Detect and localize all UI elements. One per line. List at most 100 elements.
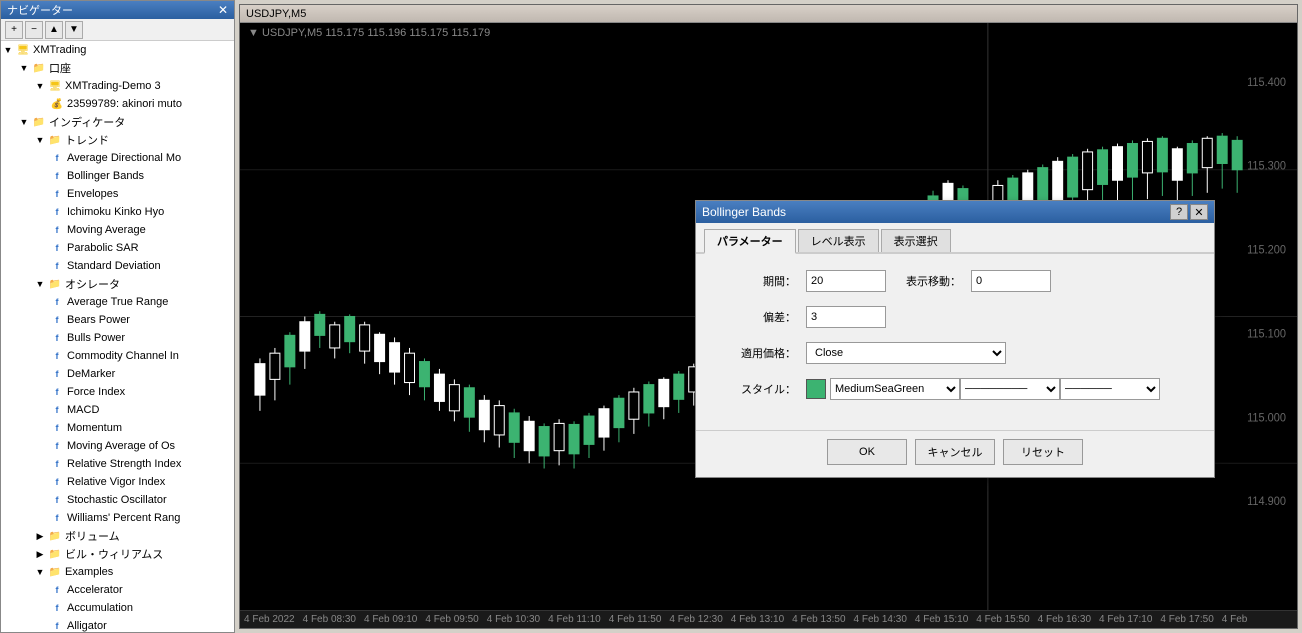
timebar-label-3: 4 Feb 09:10 [364, 614, 417, 625]
indicator-icon-atr: f [49, 295, 65, 309]
tree-item-accelerator[interactable]: f Accelerator [1, 581, 234, 599]
tree-item-alligator[interactable]: f Alligator [1, 617, 234, 632]
tree-item-account[interactable]: ▼ 📁 口座 [1, 59, 234, 77]
deviation-label: 偏差： [716, 309, 796, 325]
tree-item-movavgos[interactable]: f Moving Average of Os [1, 437, 234, 455]
dialog-close-button[interactable]: ✕ [1190, 204, 1208, 220]
style-width-select[interactable]: ────── ━━━━━ [1060, 378, 1160, 400]
tree-item-bulls[interactable]: f Bulls Power [1, 329, 234, 347]
label-ma: Moving Average [65, 224, 146, 236]
tree-item-volumes[interactable]: ▶ 📁 ボリューム [1, 527, 234, 545]
timebar-label-7: 4 Feb 11:50 [609, 614, 662, 625]
tree-item-stoch[interactable]: f Stochastic Oscillator [1, 491, 234, 509]
bollinger-bands-dialog[interactable]: Bollinger Bands ? ✕ パラメーター レベル表示 表示選択 期間… [695, 200, 1215, 478]
cancel-button[interactable]: キャンセル [915, 439, 995, 465]
folder-icon-trend: 📁 [47, 133, 63, 147]
shift-input[interactable] [971, 270, 1051, 292]
tab-parameters[interactable]: パラメーター [704, 229, 796, 254]
label-alligator: Alligator [65, 620, 107, 632]
reset-button[interactable]: リセット [1003, 439, 1083, 465]
dialog-content: 期間： 表示移動： 偏差： 適用価格： Close Open High [696, 254, 1214, 430]
tree-item-macd[interactable]: f MACD [1, 401, 234, 419]
tree-item-billwilliams[interactable]: ▶ 📁 ビル・ウィリアムス [1, 545, 234, 563]
tree-item-force[interactable]: f Force Index [1, 383, 234, 401]
navigator-close-button[interactable]: ✕ [218, 4, 228, 16]
expander-billwilliams[interactable]: ▶ [33, 547, 47, 561]
toolbar-down-button[interactable]: ▼ [65, 21, 83, 39]
indicator-icon-stoch: f [49, 493, 65, 507]
expander-indicators[interactable]: ▼ [17, 115, 31, 129]
tree-item-adm[interactable]: f Average Directional Mo [1, 149, 234, 167]
period-input[interactable] [806, 270, 886, 292]
toolbar-delete-button[interactable]: − [25, 21, 43, 39]
tree-item-momentum[interactable]: f Momentum [1, 419, 234, 437]
dialog-title: Bollinger Bands [702, 205, 786, 219]
tree-item-rvi[interactable]: f Relative Vigor Index [1, 473, 234, 491]
timebar-label-11: 4 Feb 14:30 [854, 614, 907, 625]
tree-item-examples[interactable]: ▼ 📁 Examples [1, 563, 234, 581]
expander-trend[interactable]: ▼ [33, 133, 47, 147]
tree-item-cci[interactable]: f Commodity Channel In [1, 347, 234, 365]
tree-item-accumulation[interactable]: f Accumulation [1, 599, 234, 617]
expander-examples[interactable]: ▼ [33, 565, 47, 579]
expander-demo3[interactable]: ▼ [33, 79, 47, 93]
main-chart-area: USDJPY,M5 ▼ USDJPY,M5 115.175 115.196 11… [235, 0, 1302, 633]
tab-display-selection[interactable]: 表示選択 [881, 229, 951, 252]
tree-item-ichimoku[interactable]: f Ichimoku Kinko Hyo [1, 203, 234, 221]
deviation-input[interactable] [806, 306, 886, 328]
label-rsi: Relative Strength Index [65, 458, 181, 470]
tree-item-bb[interactable]: f Bollinger Bands [1, 167, 234, 185]
tree-item-stdev[interactable]: f Standard Deviation [1, 257, 234, 275]
label-billwilliams: ビル・ウィリアムス [63, 546, 163, 562]
tree-item-demo3[interactable]: ▼ 🖥 XMTrading-Demo 3 [1, 77, 234, 95]
dialog-help-button[interactable]: ? [1170, 204, 1188, 220]
tree-item-xmtrading[interactable]: ▼ 🖥 XMTrading [1, 41, 234, 59]
label-demarker: DeMarker [65, 368, 115, 380]
ok-button[interactable]: OK [827, 439, 907, 465]
tree-item-wpr[interactable]: f Williams' Percent Rang [1, 509, 234, 527]
indicator-icon-wpr: f [49, 511, 65, 525]
style-line-select[interactable]: ──────── - - - - - ········· [960, 378, 1060, 400]
expander-volumes[interactable]: ▶ [33, 529, 47, 543]
tree-item-demarker[interactable]: f DeMarker [1, 365, 234, 383]
tree-item-ma[interactable]: f Moving Average [1, 221, 234, 239]
style-color-select[interactable]: MediumSeaGreen [830, 378, 960, 400]
label-atr: Average True Range [65, 296, 168, 308]
apply-price-select[interactable]: Close Open High Low Median Price Typical… [806, 342, 1006, 364]
tree-item-bears[interactable]: f Bears Power [1, 311, 234, 329]
folder-icon-demo3: 🖥 [47, 79, 63, 93]
folder-icon-examples: 📁 [47, 565, 63, 579]
expander-account[interactable]: ▼ [17, 61, 31, 75]
svg-text:115.400: 115.400 [1247, 77, 1286, 89]
tree-item-rsi[interactable]: f Relative Strength Index [1, 455, 234, 473]
tree-item-atr-osc[interactable]: f Average True Range [1, 293, 234, 311]
label-bears: Bears Power [65, 314, 130, 326]
tree-item-parabolic[interactable]: f Parabolic SAR [1, 239, 234, 257]
label-adm: Average Directional Mo [65, 152, 181, 164]
timebar-label-9: 4 Feb 13:10 [731, 614, 784, 625]
toolbar-up-button[interactable]: ▲ [45, 21, 63, 39]
tree-item-envelopes[interactable]: f Envelopes [1, 185, 234, 203]
timebar-label-1: 4 Feb 2022 [244, 614, 295, 625]
chart-info: ▼ USDJPY,M5 115.175 115.196 115.175 115.… [248, 27, 490, 39]
label-stoch: Stochastic Oscillator [65, 494, 167, 506]
indicator-icon-bears: f [49, 313, 65, 327]
navigator-tree[interactable]: ▼ 🖥 XMTrading ▼ 📁 口座 ▼ 🖥 XMTrading-Demo … [1, 41, 234, 632]
tree-item-account-id[interactable]: 💰 23599789: akinori muto [1, 95, 234, 113]
apply-price-label: 適用価格： [716, 345, 796, 361]
label-rvi: Relative Vigor Index [65, 476, 165, 488]
expander-xmtrading[interactable]: ▼ [1, 43, 15, 57]
folder-icon-oscillators: 📁 [47, 277, 63, 291]
tree-item-oscillators[interactable]: ▼ 📁 オシレータ [1, 275, 234, 293]
label-force: Force Index [65, 386, 125, 398]
toolbar-new-button[interactable]: + [5, 21, 23, 39]
tree-item-indicators[interactable]: ▼ 📁 インディケータ [1, 113, 234, 131]
label-account-id: 23599789: akinori muto [65, 98, 182, 110]
tree-item-trend[interactable]: ▼ 📁 トレンド [1, 131, 234, 149]
tab-level-display[interactable]: レベル表示 [798, 229, 879, 252]
label-accelerator: Accelerator [65, 584, 123, 596]
indicator-icon-force: f [49, 385, 65, 399]
expander-oscillators[interactable]: ▼ [33, 277, 47, 291]
indicator-icon-momentum: f [49, 421, 65, 435]
style-color-box[interactable] [806, 379, 826, 399]
